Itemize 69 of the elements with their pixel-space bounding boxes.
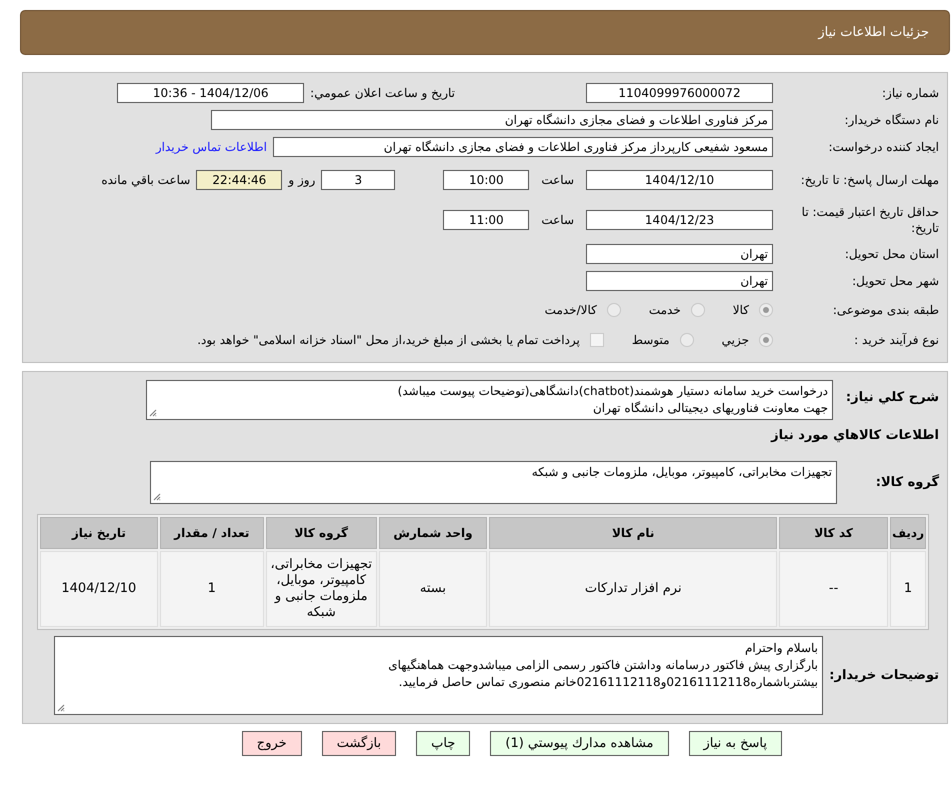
description-field[interactable]: درخواست خرید سامانه دستیار هوشمند(chatbot)دانشگاهی(توضیحات پیوست میباشد) جهت معاونت فناوریهای دیجیتالی دانشگاه تهران xyxy=(146,380,833,420)
requester-field[interactable]: مسعود شفیعی کارپرداز مرکز فناوری اطلاعات و فضای مجازی دانشگاه تهران xyxy=(273,136,773,156)
field-label: ساعت xyxy=(541,173,574,187)
table-cell: بسته xyxy=(378,551,488,627)
field-label: گروه کالا: xyxy=(874,475,939,490)
field-label: استان محل تحويل: xyxy=(844,246,939,262)
resize-grip-icon[interactable] xyxy=(153,493,161,501)
contact-link[interactable]: اطلاعات تماس خريدار xyxy=(156,140,267,154)
remaining-time-field: 22:44:46 xyxy=(196,170,282,190)
table-cell: نرم افزار تدارکات xyxy=(489,551,778,627)
date-field[interactable]: 1404/12/23 xyxy=(586,210,773,230)
radio-button[interactable] xyxy=(606,302,621,316)
table-cell: 1 xyxy=(890,551,926,627)
field-label: طبقه بندی موضوعی: xyxy=(832,302,939,318)
radio-button[interactable] xyxy=(690,302,705,316)
field-label: شماره نیاز: xyxy=(881,84,939,100)
column-header: تاریخ نیاز xyxy=(40,517,158,549)
field-label: تاریخ و ساعت اعلان عمومي: xyxy=(310,86,455,100)
resize-grip-icon[interactable] xyxy=(57,704,65,712)
table-cell: تجهیزات مخابراتی، کامپیوتر، موبایل، ملزومات جانبی و شبکه xyxy=(266,551,377,627)
column-header: تعداد / مقدار xyxy=(160,517,264,549)
radio-label: خدمت xyxy=(648,302,681,316)
radio-button[interactable] xyxy=(759,332,773,346)
city-field[interactable]: تهران xyxy=(586,270,773,290)
radio-label: کالا/خدمت xyxy=(544,302,597,316)
page-title-bar: جزئیات اطلاعات نیاز xyxy=(20,10,950,55)
table-cell: -- xyxy=(779,551,888,627)
field-label: ساعت xyxy=(541,213,574,227)
field-label: ساعت باقي مانده xyxy=(101,173,190,187)
field-label: نوع فرآیند خرید : xyxy=(853,332,939,348)
action-button[interactable]: خروج xyxy=(242,731,302,756)
field-label: توضیحات خريدار: xyxy=(829,668,939,683)
column-header: کد کالا xyxy=(779,517,888,549)
action-button[interactable]: مشاهده مدارك پيوستي (1) xyxy=(490,731,668,756)
radio-label: جزيي xyxy=(722,332,749,346)
checkbox-label: پرداخت تمام یا بخشی از مبلغ خرید،از محل "اسناد خزانه اسلامی" خواهد بود. xyxy=(197,332,580,346)
field-label: مهلت ارسال پاسخ: تا تاریخ: xyxy=(800,172,939,188)
field-label: حداقل تاریخ اعتبار قیمت: تا تاریخ: xyxy=(800,204,939,236)
announce-date-field[interactable]: 1404/12/06 - 10:36 xyxy=(117,82,304,102)
days-field[interactable]: 3 xyxy=(321,170,396,190)
field-label: ايجاد کننده درخواست: xyxy=(827,138,939,154)
resize-grip-icon[interactable] xyxy=(149,409,157,417)
date-field[interactable]: 1404/12/10 xyxy=(586,170,773,190)
action-button[interactable]: بازگشت xyxy=(322,731,396,756)
section-heading: اطلاعات کالاهاي مورد نياز xyxy=(771,428,939,443)
goods-group-field[interactable]: تجهیزات مخابراتی، کامپیوتر، موبایل، ملزومات جانبی و شبکه xyxy=(150,461,837,504)
need-number-field[interactable]: 1104099976000072 xyxy=(586,82,773,102)
radio-label: کالا xyxy=(732,302,749,316)
column-header: نام کالا xyxy=(489,517,778,549)
column-header: رديف xyxy=(890,517,926,549)
buyer-notes-field[interactable]: باسلام واحترام بارگزاری پیش فاکتور درسامانه وداشتن فاکتور رسمی الزامی میباشدوجهت هماهنگیهای بیشترباشماره02161112118و02161112118خانم منصوری تماس حاصل فرمایید. xyxy=(54,636,823,715)
action-button[interactable]: پاسخ به نیاز xyxy=(688,731,782,756)
radio-label: متوسط xyxy=(632,332,670,346)
buyer-org-field[interactable]: مرکز فناوری اطلاعات و فضای مجازی دانشگاه تهران xyxy=(211,110,773,130)
radio-button[interactable] xyxy=(759,302,773,316)
time-field[interactable]: 10:00 xyxy=(443,170,530,190)
checkbox[interactable] xyxy=(590,332,604,346)
field-label: روز و xyxy=(288,173,316,187)
field-label: شرح کلي نياز: xyxy=(844,390,939,405)
table-cell: 1404/12/10 xyxy=(40,551,158,627)
radio-button[interactable] xyxy=(680,332,694,346)
time-field[interactable]: 11:00 xyxy=(443,210,530,230)
column-header: گروه کالا xyxy=(266,517,377,549)
field-label: نام دستگاه خريدار: xyxy=(844,112,939,128)
field-label: شهر محل تحويل: xyxy=(851,272,939,288)
table-cell: 1 xyxy=(160,551,264,627)
action-button[interactable]: چاپ xyxy=(416,731,470,756)
province-field[interactable]: تهران xyxy=(586,244,773,264)
column-header: واحد شمارش xyxy=(378,517,488,549)
